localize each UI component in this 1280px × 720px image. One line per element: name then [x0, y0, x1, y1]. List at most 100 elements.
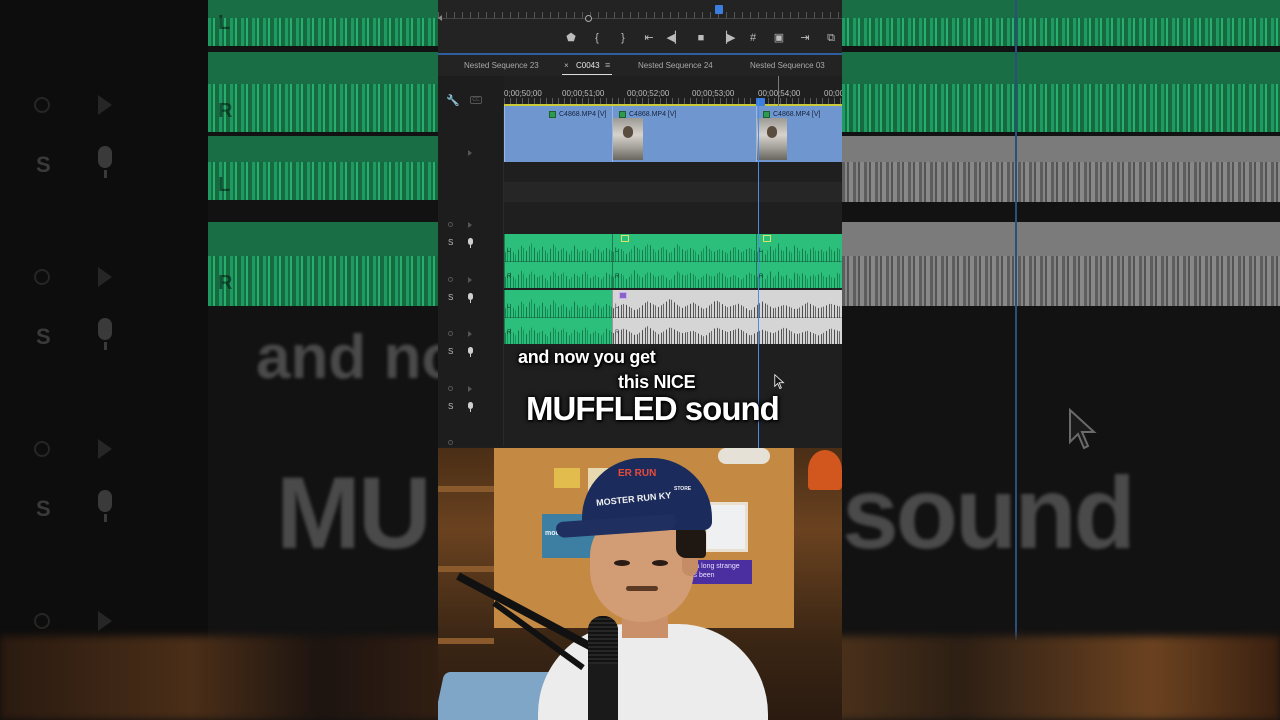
bg-dot-icon	[34, 441, 50, 457]
expand-track-icon[interactable]	[468, 150, 472, 156]
bg-mic-icon	[94, 146, 116, 180]
bg-mic-icon	[94, 490, 116, 524]
tab-menu-icon[interactable]: ≡	[605, 60, 610, 70]
mouse-cursor-icon	[774, 374, 785, 390]
track-dot-icon[interactable]	[448, 386, 453, 391]
solo-button[interactable]: S	[448, 402, 453, 411]
bg-muted-clip	[842, 222, 1280, 306]
mark-in-icon[interactable]: {	[584, 30, 610, 46]
camera-icon[interactable]: ▣	[766, 30, 792, 46]
bg-audio-clip: L	[208, 0, 438, 46]
bg-solo-label: S	[36, 152, 51, 177]
track-dot-icon[interactable]	[448, 331, 453, 336]
captions-icon[interactable]: CC	[470, 96, 482, 104]
timecode-label: 00;00;54;00	[758, 89, 801, 98]
ruler-left-caret-icon	[438, 15, 442, 21]
marker-icon[interactable]: ⬟	[558, 30, 584, 46]
audio-clip[interactable]: L R	[504, 234, 612, 288]
expand-track-icon[interactable]	[468, 277, 472, 283]
panel-focus-divider	[438, 53, 842, 55]
video-track: C4868.MP4 [V] C4868.MP4 [V] C4868.MP4 [V…	[504, 106, 842, 162]
timecode-label: 00;00;53;00	[692, 89, 735, 98]
wrench-settings-icon[interactable]: 🔧	[446, 94, 460, 107]
bg-cursor-icon	[1069, 408, 1097, 450]
sequence-tabs: Nested Sequence 23 × C0043 ≡ Nested Sequ…	[438, 56, 842, 76]
keyframe-icon[interactable]	[763, 235, 771, 242]
voiceover-mic-icon[interactable]	[467, 293, 474, 304]
timeline-ruler[interactable]: 🔧 CC 0;00;50;00 00;00;51;00 00;00;52;00 …	[438, 76, 842, 107]
shirt-logo	[670, 668, 704, 678]
empty-track	[504, 202, 842, 234]
voiceover-mic-icon[interactable]	[467, 347, 474, 358]
solo-button[interactable]: S	[448, 238, 453, 247]
empty-track	[504, 182, 842, 202]
expand-track-icon[interactable]	[468, 331, 472, 337]
monitor-playhead-marker[interactable]	[715, 5, 723, 14]
step-back-icon[interactable]: ◀▏	[662, 30, 688, 46]
video-clip[interactable]: C4868.MP4 [V]	[612, 106, 756, 162]
program-monitor-controls: ⬟ { } ⇤ ◀▏ ■ ▕▶ # ▣ ⇥ ⧉	[438, 0, 842, 56]
solo-button[interactable]: S	[448, 347, 453, 356]
vertical-video-frame: ⬟ { } ⇤ ◀▏ ■ ▕▶ # ▣ ⇥ ⧉ Nested Sequence …	[438, 0, 842, 720]
step-forward-icon[interactable]: ▕▶	[714, 30, 740, 46]
bg-audio-clip	[842, 0, 1280, 46]
insert-icon[interactable]: ⇥	[792, 30, 818, 46]
tab-nested-sequence-24[interactable]: Nested Sequence 24	[638, 61, 713, 70]
bg-audio-clip	[842, 52, 1280, 132]
tab-nested-sequence-03[interactable]: Nested Sequence 03	[750, 61, 825, 70]
fx-badge-icon	[763, 110, 770, 118]
video-clip[interactable]: C4868.MP4 [V]	[504, 106, 612, 162]
audio-clip[interactable]: L R	[756, 234, 842, 288]
background-track-headers: S S S	[0, 0, 208, 720]
voiceover-mic-icon[interactable]	[467, 402, 474, 413]
bg-dot-icon	[34, 97, 50, 113]
bg-dot-icon	[34, 613, 50, 629]
bg-expand-icon	[98, 95, 112, 115]
tab-nested-sequence-23[interactable]: Nested Sequence 23	[464, 61, 539, 70]
timecode-label: 00;00	[824, 89, 842, 98]
track-dot-icon[interactable]	[448, 440, 453, 445]
bg-audio-clip: R	[208, 52, 438, 132]
webcam-feed: mount-bo What a long strange trip it's b…	[438, 448, 842, 720]
orange-lamp	[808, 450, 842, 490]
safe-margins-icon[interactable]: #	[740, 30, 766, 46]
muted-audio-clip[interactable]: L R	[612, 290, 842, 344]
poster	[554, 468, 580, 488]
fx-badge-icon	[619, 110, 626, 118]
track-dot-icon[interactable]	[448, 277, 453, 282]
track-headers: S S S S	[438, 106, 504, 446]
audio-clip[interactable]: L R	[612, 234, 756, 288]
mark-out-icon[interactable]: }	[610, 30, 636, 46]
bg-solo-label: S	[36, 496, 51, 521]
audio-effect-badge-icon[interactable]	[619, 292, 627, 299]
voiceover-mic-icon[interactable]	[467, 238, 474, 249]
timecode-label: 00;00;52;00	[627, 89, 670, 98]
transport-controls: ⬟ { } ⇤ ◀▏ ■ ▕▶ # ▣ ⇥ ⧉	[558, 30, 842, 46]
tab-c0043[interactable]: C0043	[576, 61, 600, 70]
stop-icon[interactable]: ■	[688, 30, 714, 46]
bg-expand-icon	[98, 439, 112, 459]
bg-dot-icon	[34, 269, 50, 285]
clock	[718, 448, 770, 464]
go-to-in-icon[interactable]: ⇤	[636, 30, 662, 46]
overwrite-icon[interactable]: ⧉	[818, 30, 842, 46]
close-tab-icon[interactable]: ×	[564, 61, 569, 70]
monitor-in-marker[interactable]	[585, 15, 592, 22]
caption-line-1: and now you get	[518, 347, 656, 367]
audio-clip[interactable]: L R	[504, 290, 612, 344]
timecode-label: 0;00;50;00	[504, 89, 542, 98]
video-clip[interactable]: C4868.MP4 [V]	[756, 106, 842, 162]
clip-thumbnail	[613, 118, 643, 160]
active-tab-underline	[562, 74, 612, 75]
track-dot-icon[interactable]	[448, 222, 453, 227]
bg-mic-icon	[94, 318, 116, 352]
expand-track-icon[interactable]	[468, 222, 472, 228]
sequence-marker-line	[778, 76, 779, 106]
expand-track-icon[interactable]	[468, 386, 472, 392]
solo-button[interactable]: S	[448, 293, 453, 302]
bg-solo-label: S	[36, 324, 51, 349]
bg-caption-line3a: MU	[276, 456, 432, 570]
bg-caption-line1: and no	[256, 323, 460, 392]
keyframe-icon[interactable]	[621, 235, 629, 242]
caption-line-3: MUFFLED sound	[526, 390, 780, 427]
